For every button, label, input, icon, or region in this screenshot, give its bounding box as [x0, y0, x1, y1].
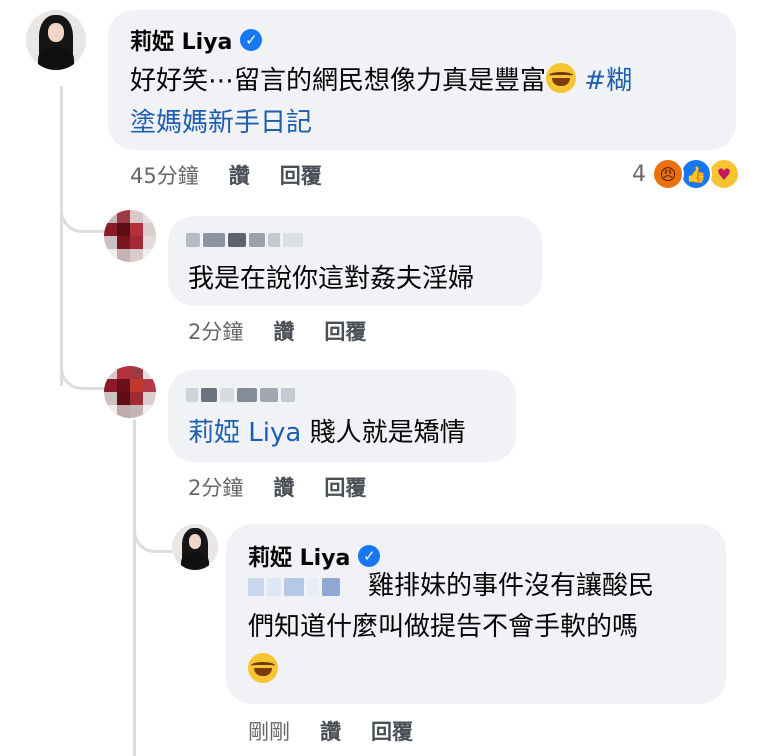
thread-line-reply — [133, 420, 136, 756]
avatar[interactable] — [26, 10, 86, 70]
thread-connector-2 — [60, 345, 107, 390]
comment-author[interactable]: 莉婭 Liya ✓ — [248, 540, 381, 572]
mention-link[interactable]: 莉婭 Liya — [188, 418, 301, 448]
avatar[interactable] — [104, 366, 156, 418]
thread-connector-1 — [60, 190, 107, 233]
angry-reaction-icon: 😠 — [652, 158, 684, 190]
reply-button[interactable]: 回覆 — [324, 316, 366, 346]
reaction-count: 4 — [632, 161, 646, 187]
avatar[interactable] — [172, 524, 218, 570]
comment-text: 好好笑⋯留言的網民想像力真是豐富 #糊 — [130, 58, 632, 104]
like-button[interactable]: 讚 — [320, 716, 341, 746]
thread-line-main — [60, 86, 63, 386]
mention-blurred[interactable] — [248, 578, 340, 596]
thread-connector-3 — [133, 510, 172, 553]
hashtag-link-continued[interactable]: 塗媽媽新手日記 — [130, 100, 312, 146]
comment-text-line1: 好好笑⋯留言的網民想像力真是豐富 — [130, 66, 547, 96]
care-reaction-icon: ♥ — [708, 158, 740, 190]
comment-meta: 45分鐘 讚 回覆 — [130, 160, 322, 190]
comment-time[interactable]: 剛剛 — [248, 716, 290, 746]
like-button[interactable]: 讚 — [273, 316, 294, 346]
verified-badge-icon: ✓ — [240, 29, 263, 51]
author-name-blurred[interactable] — [186, 388, 295, 402]
author-name-blurred[interactable] — [186, 233, 303, 247]
laughing-tears-emoji — [248, 653, 278, 683]
like-reaction-icon: 👍 — [680, 158, 712, 190]
comment-text: 我是在說你這對姦夫淫婦 — [188, 264, 475, 294]
laughing-tears-emoji — [546, 63, 577, 93]
comment-time[interactable]: 45分鐘 — [130, 160, 199, 190]
comment-text-line1: 雞排妹的事件沒有讓酸民 — [368, 571, 655, 601]
comment-text: 莉婭 Liya 賤人就是矯情 — [188, 410, 466, 456]
comment-text-body: 賤人就是矯情 — [309, 418, 466, 448]
author-name[interactable]: 莉婭 Liya — [248, 540, 350, 572]
comment-author[interactable]: 莉婭 Liya ✓ — [130, 24, 263, 56]
comment-text-line2: 們知道什麼叫做提告不會手軟的嗎 — [248, 612, 639, 642]
reply-button[interactable]: 回覆 — [280, 160, 322, 190]
comment-time[interactable]: 2分鐘 — [188, 472, 243, 502]
comment-meta: 2分鐘 讚 回覆 — [188, 472, 366, 502]
reaction-summary[interactable]: 4 😠 👍 ♥ — [632, 158, 740, 190]
comment-emoji-line — [248, 648, 278, 694]
author-name[interactable]: 莉婭 Liya — [130, 24, 232, 56]
reply-button[interactable]: 回覆 — [371, 716, 413, 746]
avatar[interactable] — [104, 210, 156, 262]
like-button[interactable]: 讚 — [273, 472, 294, 502]
like-button[interactable]: 讚 — [229, 160, 250, 190]
reply-button[interactable]: 回覆 — [324, 472, 366, 502]
comment-time[interactable]: 2分鐘 — [188, 316, 243, 346]
comment-meta: 2分鐘 讚 回覆 — [188, 316, 366, 346]
comment-meta: 剛剛 讚 回覆 — [248, 716, 413, 746]
hashtag-link[interactable]: #糊 — [584, 66, 632, 96]
